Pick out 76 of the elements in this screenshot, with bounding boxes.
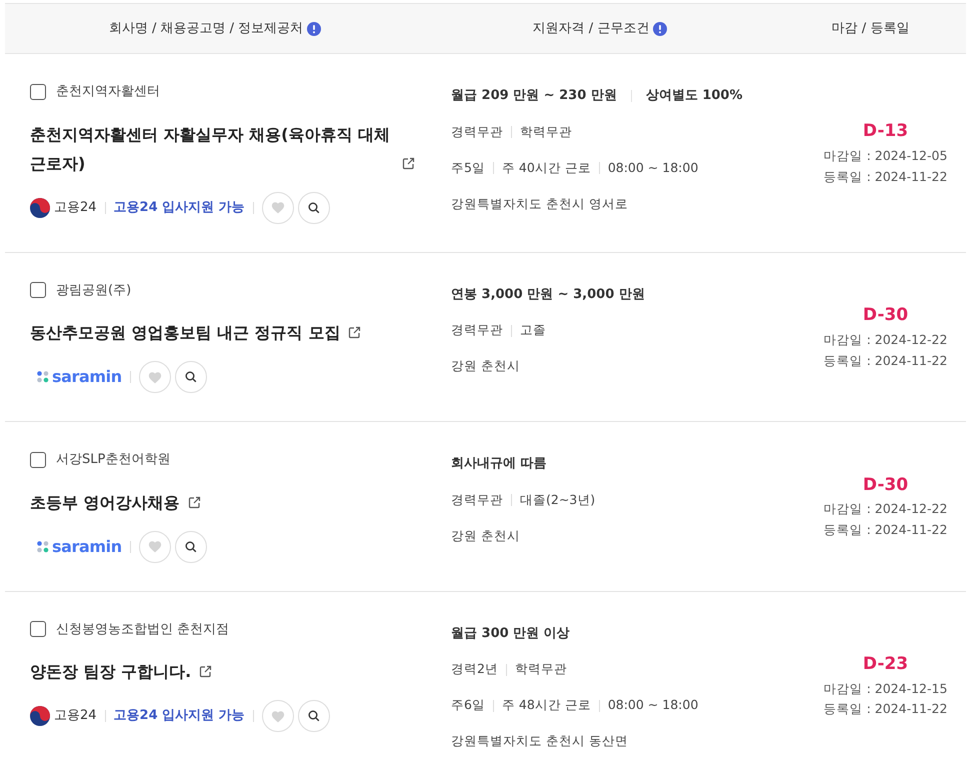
saramin-logo: saramin	[30, 534, 122, 558]
job-title[interactable]: 양돈장 팀장 구합니다.	[30, 657, 192, 686]
job-title[interactable]: 동산추모공원 영업홍보팀 내근 정규직 모집	[30, 318, 340, 347]
deadline-date: 마감일 : 2024-12-15	[824, 680, 948, 698]
source-name: 고용24	[54, 707, 97, 726]
registered-date: 등록일 : 2024-11-22	[824, 521, 948, 539]
company-name: 춘천지역자활센터	[56, 83, 160, 101]
saramin-logo: saramin	[30, 365, 122, 389]
d-day: D-13	[862, 119, 908, 145]
condition-text: 학력무관	[520, 122, 572, 141]
job-title[interactable]: 초등부 영어강사채용	[30, 488, 180, 516]
search-icon	[184, 540, 197, 552]
deadline-date: 마감일 : 2024-12-05	[824, 146, 948, 165]
checkbox[interactable]	[30, 84, 46, 100]
condition-text: 주 48시간 근로	[502, 696, 591, 714]
heart-icon	[270, 710, 285, 722]
d-day: D-30	[862, 303, 908, 329]
search-button[interactable]	[174, 530, 207, 562]
condition-text: 주5일	[451, 158, 485, 177]
company-name: 신청봉영농조합법인 춘천지점	[56, 620, 230, 638]
condition-text: 08:00 ~ 18:00	[608, 158, 698, 177]
checkbox[interactable]	[30, 621, 46, 638]
condition-text: 학력무관	[514, 660, 567, 678]
condition-text: 강원특별자치도 춘천시 동산면	[451, 732, 628, 750]
registered-date: 등록일 : 2024-11-22	[824, 168, 948, 186]
checkbox[interactable]	[30, 282, 46, 298]
emblem-icon	[30, 198, 50, 218]
condition-text: 경력무관	[451, 122, 503, 141]
registered-date: 등록일 : 2024-11-22	[824, 700, 948, 718]
salary-text: 월급 300 만원 이상	[451, 624, 570, 643]
heart-icon	[148, 370, 162, 384]
column-header: 마감 / 등록일	[832, 20, 910, 38]
condition-text: 주 40시간 근로	[502, 158, 591, 177]
checkbox[interactable]	[30, 452, 46, 468]
search-button[interactable]	[174, 361, 207, 393]
condition-text: 강원 춘천시	[451, 357, 520, 376]
column-header: 지원자격 / 근무조건	[532, 20, 650, 38]
salary-text: 상여별도 100%	[646, 87, 742, 106]
apply-link[interactable]: 고용24 입사지원 가능	[114, 706, 245, 726]
condition-text: 고졸	[520, 321, 546, 340]
column-header: 회사명 / 채용공고명 / 정보제공처	[108, 20, 304, 38]
d-day: D-30	[862, 472, 908, 498]
deadline-date: 마감일 : 2024-12-22	[824, 500, 948, 518]
company-name: 광림공원(주)	[56, 282, 132, 300]
condition-text: 강원특별자치도 춘천시 영서로	[451, 194, 628, 213]
condition-text: 강원 춘천시	[451, 526, 520, 545]
deadline-date: 마감일 : 2024-12-22	[824, 330, 948, 349]
external-link-icon[interactable]	[188, 496, 201, 508]
heart-icon	[148, 540, 162, 553]
search-icon	[308, 202, 320, 214]
info-icon[interactable]	[653, 22, 668, 36]
search-button[interactable]	[298, 700, 330, 732]
job-title[interactable]: 춘천지역자활센터 자활실무자 채용(육아휴직 대체 근로자)	[30, 120, 394, 178]
d-day: D-23	[862, 652, 908, 678]
salary-text: 월급 209 만원 ~ 230 만원	[451, 87, 617, 106]
company-name: 서강SLP춘천어학원	[56, 451, 170, 469]
search-icon	[308, 710, 320, 722]
condition-text: 경력2년	[451, 660, 498, 678]
source-name: 고용24	[54, 198, 97, 217]
external-link-icon[interactable]	[402, 156, 415, 170]
external-link-icon[interactable]	[199, 665, 212, 678]
salary-text: 회사내규에 따름	[451, 455, 547, 474]
info-icon[interactable]	[307, 22, 322, 36]
apply-link[interactable]: 고용24 입사지원 가능	[114, 198, 245, 218]
registered-date: 등록일 : 2024-11-22	[824, 352, 948, 370]
condition-text: 경력무관	[451, 321, 503, 340]
salary-text: 연봉 3,000 만원 ~ 3,000 만원	[451, 286, 645, 304]
search-button[interactable]	[298, 192, 330, 224]
external-link-icon[interactable]	[348, 326, 362, 339]
search-icon	[184, 371, 197, 383]
emblem-icon	[30, 706, 50, 726]
condition-text: 주6일	[451, 696, 485, 714]
condition-text: 대졸(2~3년)	[520, 490, 596, 509]
condition-text: 경력무관	[451, 490, 503, 509]
heart-icon	[270, 201, 285, 214]
condition-text: 08:00 ~ 18:00	[608, 696, 698, 714]
